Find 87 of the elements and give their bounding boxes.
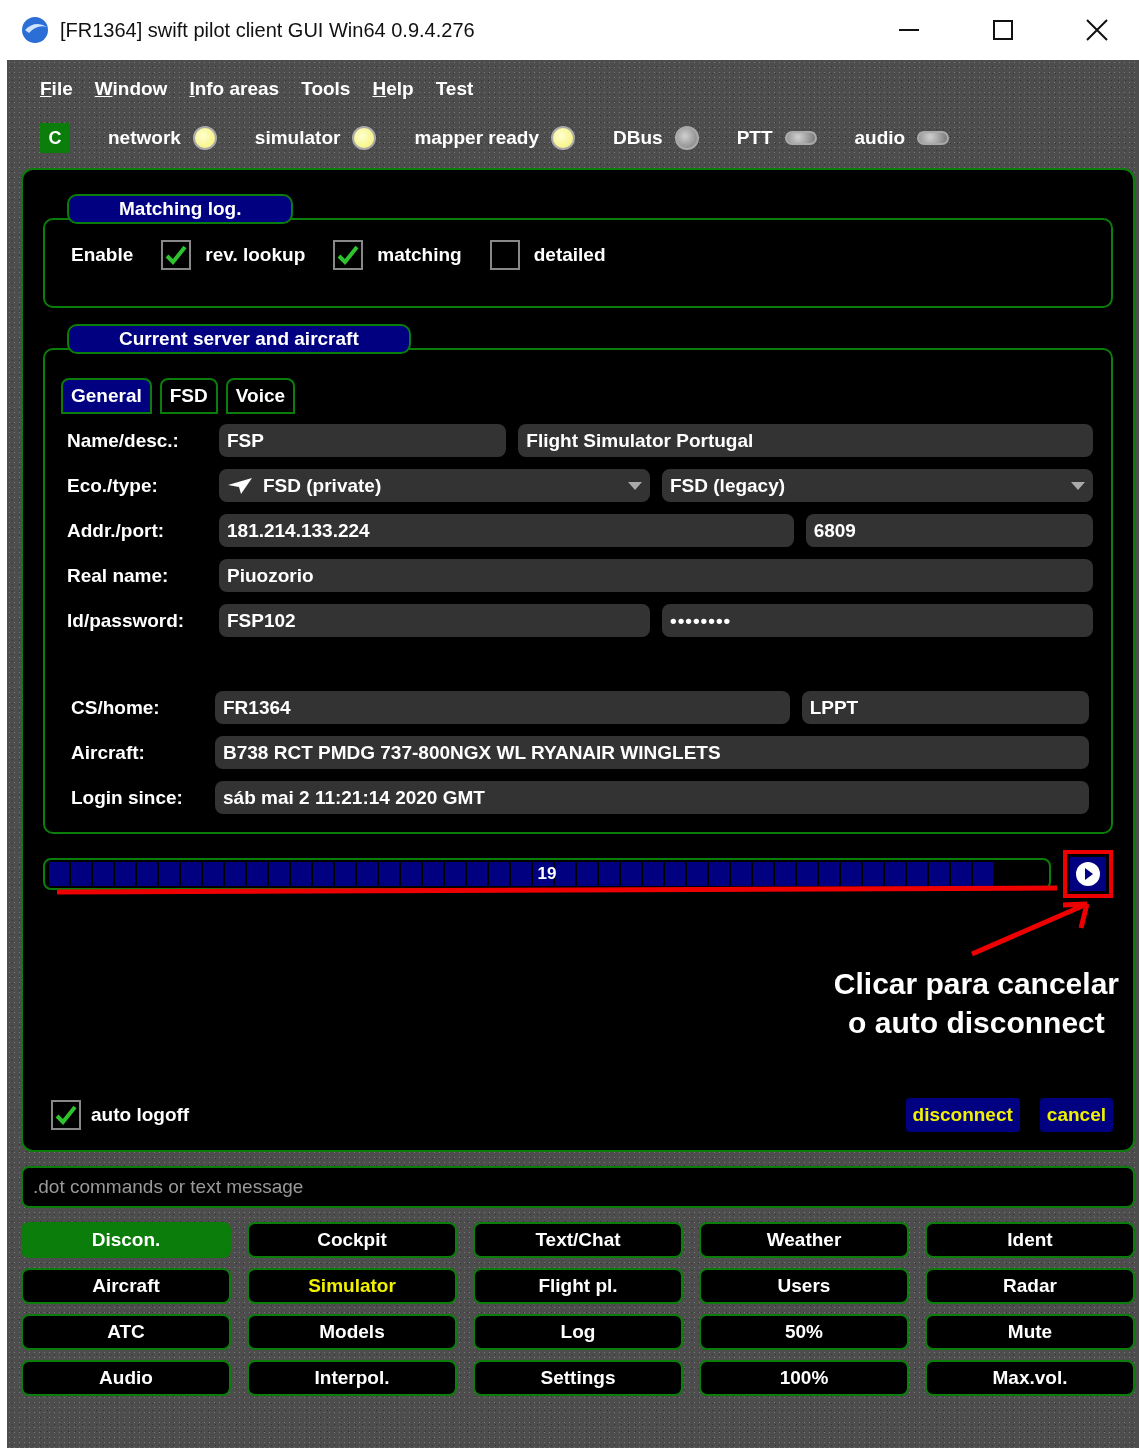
minimize-icon [899,29,919,31]
close-icon [1086,19,1108,41]
option-label: Enable [71,244,134,266]
text-field[interactable]: FSP [219,424,507,457]
nav-button[interactable]: Max.vol. [925,1360,1135,1396]
tab[interactable]: FSD [159,378,218,414]
nav-button[interactable]: Radar [925,1268,1135,1304]
checkbox[interactable] [489,240,520,270]
nav-button[interactable]: ATC [21,1314,231,1350]
field-label: Addr./port: [66,519,166,542]
window-title: [FR1364] swift pilot client GUI Win64 0.9.4.276 [60,18,476,42]
nav-button[interactable]: Weather [699,1222,909,1258]
menu-item[interactable]: Window [94,78,168,100]
group-title: Matching log. [67,194,294,224]
indicator-label: simulator [254,127,341,149]
menu-item[interactable]: Info areas [189,78,280,100]
text-field[interactable]: 6809 [805,514,1093,547]
field-label: Real name: [66,564,170,587]
nav-button[interactable]: Simulator [247,1268,457,1304]
nav-button[interactable]: Audio [21,1360,231,1396]
menu-item[interactable]: Tools [301,78,351,100]
menu-item[interactable]: Test [435,78,474,100]
checkbox-label: rev. lookup [205,244,306,266]
indicator-label: mapper ready [414,127,539,149]
text-field[interactable]: LPPT [801,691,1089,724]
action-button[interactable]: disconnect [905,1098,1020,1132]
play-button[interactable] [1070,857,1106,891]
check-icon [164,244,189,266]
nav-button[interactable]: 100% [699,1360,909,1396]
checkbox[interactable] [161,240,192,270]
text-field[interactable]: Flight Simulator Portugal [518,424,1093,457]
nav-button[interactable]: Interpol. [247,1360,457,1396]
annotation-text: Clicar para cancelar [833,966,1119,1002]
menu-item[interactable]: Help [372,78,414,100]
check-icon [336,244,361,266]
play-icon [1075,861,1101,887]
maximize-icon [993,20,1013,40]
nav-button[interactable]: Settings [473,1360,683,1396]
indicator-label: audio [854,127,906,149]
nav-button[interactable]: Ident [925,1222,1135,1258]
tab[interactable]: Voice [225,378,296,414]
checkbox-label: matching [377,244,462,266]
dropdown[interactable]: FSD (legacy) [662,469,1093,502]
nav-button[interactable]: Text/Chat [473,1222,683,1258]
text-field[interactable]: sáb mai 2 11:21:14 2020 GMT [215,781,1089,814]
text-field[interactable]: FSP102 [219,604,650,637]
message-field[interactable]: .dot commands or text message [21,1166,1135,1208]
app-logo-icon [20,15,50,45]
annotation-text: o auto disconnect [848,1005,1105,1041]
text-field[interactable]: FR1364 [215,691,790,724]
field-label: Eco./type: [66,474,159,497]
nav-button[interactable]: Users [699,1268,909,1304]
field-label: Aircraft: [70,741,146,764]
text-field[interactable]: Piuozorio [219,559,1093,592]
text-field[interactable]: 181.214.133.224 [219,514,794,547]
checkbox[interactable] [333,240,364,270]
check-icon [54,1104,78,1126]
connection-badge: C [40,123,70,153]
indicator-label: PTT [736,127,773,149]
indicator-label: DBus [613,127,663,149]
text-field[interactable]: B738 RCT PMDG 737-800NGX WL RYANAIR WINGLETS [215,736,1089,769]
nav-button[interactable]: Flight pl. [473,1268,683,1304]
nav-button[interactable]: 50% [699,1314,909,1350]
nav-button[interactable]: Log [473,1314,683,1350]
nav-button[interactable]: Discon. [21,1222,231,1258]
nav-button[interactable]: Aircraft [21,1268,231,1304]
dropdown[interactable]: FSD (private) [219,469,650,502]
checkbox[interactable] [51,1100,81,1130]
checkbox-label: detailed [533,244,606,266]
tab[interactable]: General [61,378,152,414]
group-title: Current server and aircraft [67,324,411,354]
nav-button[interactable]: Cockpit [247,1222,457,1258]
nav-button[interactable]: Models [247,1314,457,1350]
field-label: CS/home: [70,696,161,719]
indicator-label: network [108,127,181,149]
field-label: Id/password: [66,609,186,632]
plane-icon [227,476,253,495]
nav-button[interactable]: Mute [925,1314,1135,1350]
action-button[interactable]: cancel [1039,1098,1113,1132]
field-label: Name/desc.: [66,429,180,452]
field-label: Login since: [70,786,184,809]
menu-item[interactable]: File [40,78,73,100]
caret-icon [1071,481,1085,490]
password-field[interactable]: •••••••• [662,604,1093,637]
caret-icon [628,481,642,490]
checkbox-label: auto logoff [91,1104,191,1126]
countdown-reading: 19 [537,864,557,884]
